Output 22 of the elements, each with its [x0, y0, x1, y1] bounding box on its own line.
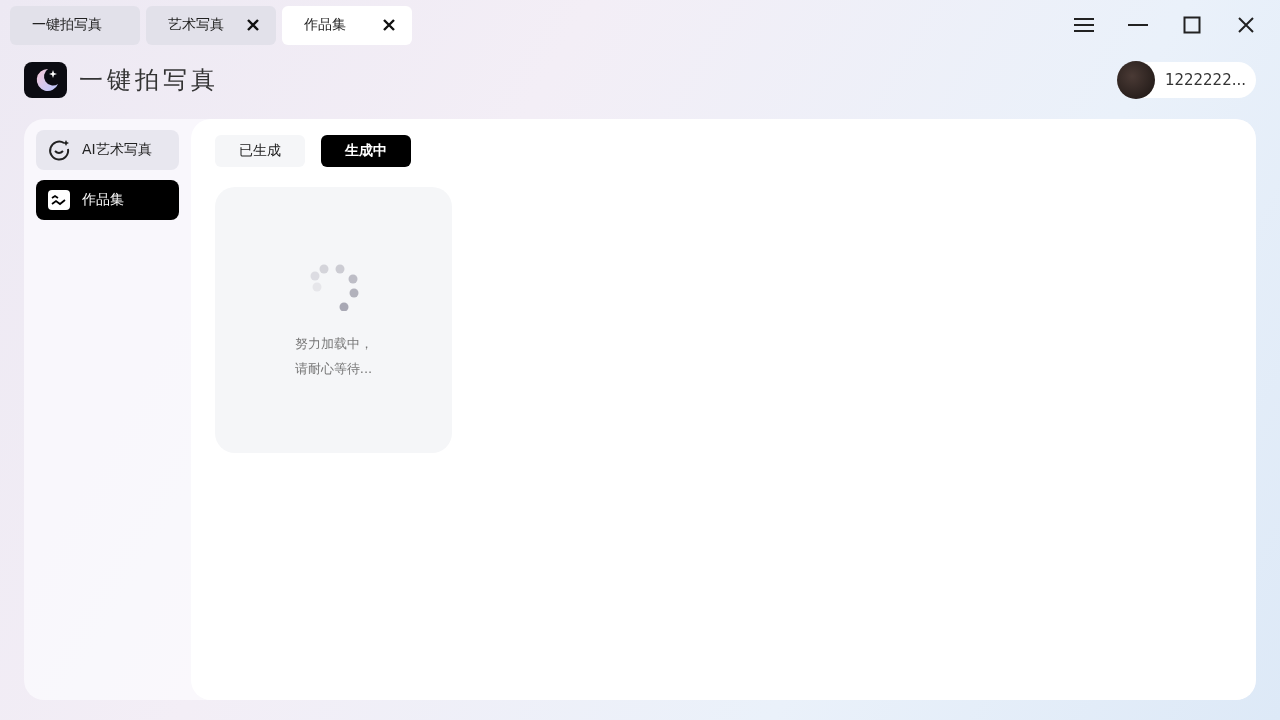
- sidebar-item[interactable]: 作品集: [36, 180, 179, 220]
- minimize-icon: [1128, 23, 1148, 27]
- window-tab[interactable]: 作品集: [282, 5, 412, 45]
- close-icon[interactable]: [246, 18, 260, 32]
- image-icon: [48, 190, 70, 210]
- close-icon[interactable]: [382, 18, 396, 32]
- avatar: [1116, 61, 1155, 99]
- sidebar-item[interactable]: AI艺术写真: [36, 130, 179, 170]
- filter-tab[interactable]: 生成中: [321, 135, 411, 167]
- app-title: 一键拍写真: [79, 65, 219, 96]
- maximize-icon: [1183, 16, 1201, 34]
- window-tab[interactable]: 一键拍写真: [10, 5, 140, 45]
- sidebar-label: AI艺术写真: [82, 141, 152, 159]
- menu-icon: [1074, 17, 1094, 33]
- smile-sparkle-icon: [48, 139, 70, 161]
- loading-text: 请耐心等待...: [294, 360, 373, 378]
- window-tab[interactable]: 艺术写真: [146, 5, 276, 45]
- filter-tab[interactable]: 已生成: [215, 135, 305, 167]
- loading-text: 努力加载中，: [294, 335, 373, 353]
- sidebar-label: 作品集: [82, 191, 124, 209]
- user-chip[interactable]: 1222222...: [1116, 62, 1256, 98]
- close-icon: [1237, 16, 1255, 34]
